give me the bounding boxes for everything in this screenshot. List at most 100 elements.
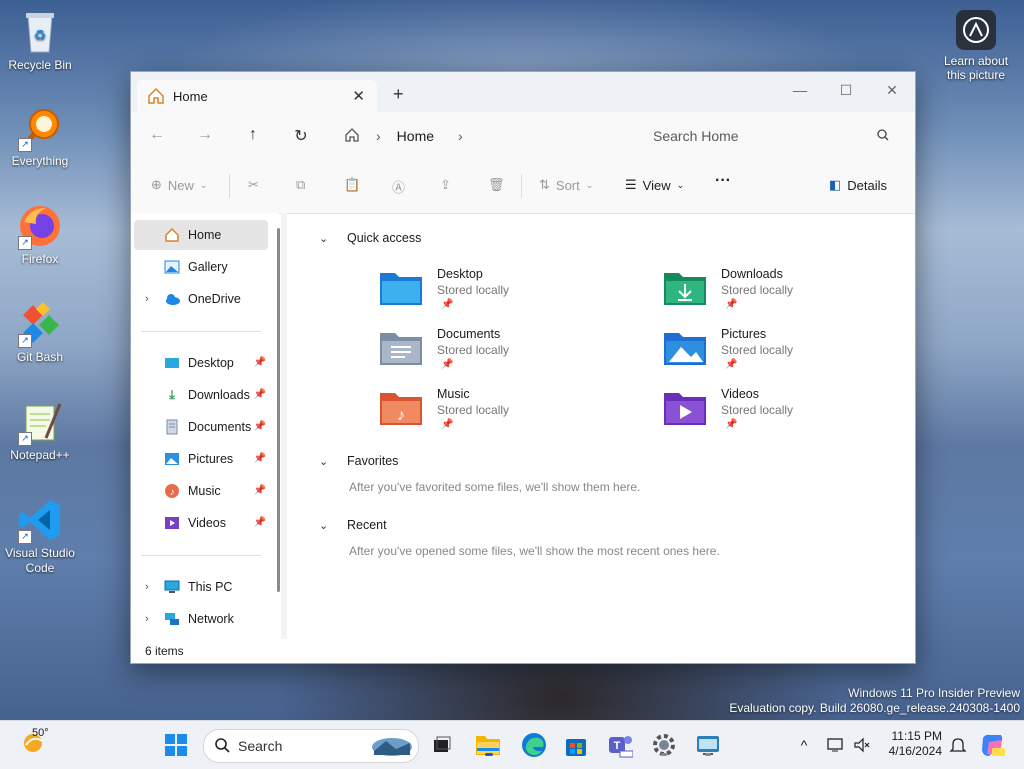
desktop-icon-firefox[interactable]: ↗ Firefox	[0, 202, 80, 267]
sidebar-item-network[interactable]: › Network	[134, 604, 268, 634]
copy-icon[interactable]: ⧉	[296, 177, 305, 193]
paste-icon[interactable]: 📋	[344, 177, 360, 193]
desktop-icon-notepadpp[interactable]: ↗ Notepad++	[0, 398, 80, 463]
notepadpp-icon: ↗	[16, 398, 64, 446]
more-options-icon[interactable]: ···	[715, 172, 731, 190]
sidebar-item-gallery[interactable]: Gallery	[134, 252, 268, 282]
show-hidden-icons-chevron-up-icon[interactable]: ^	[790, 731, 818, 759]
view-button[interactable]: ☰ View ⌄	[625, 177, 684, 193]
delete-icon[interactable]: 🗑	[488, 177, 505, 193]
running-indicator	[661, 753, 667, 756]
divider	[141, 331, 261, 332]
new-button[interactable]: ⊕ New ⌄	[151, 177, 207, 193]
task-view-icon	[434, 736, 451, 752]
home-icon	[164, 227, 180, 243]
sidebar-item-music[interactable]: ♪ Music 📌	[134, 476, 268, 506]
up-icon[interactable]: ↑	[243, 126, 263, 144]
forward-icon[interactable]: →	[195, 126, 215, 144]
chevron-down-icon: ⌄	[319, 232, 329, 245]
pin-icon: 📌	[253, 517, 266, 528]
search-input[interactable]: Search Home	[653, 128, 877, 144]
task-view-button[interactable]	[428, 731, 456, 759]
store-icon	[566, 739, 586, 756]
pin-icon: 📌	[253, 357, 266, 368]
network-status-icon[interactable]	[822, 731, 850, 759]
close-tab-icon[interactable]: ✕	[352, 87, 365, 105]
learn-about-picture[interactable]: Learn about this picture	[938, 10, 1014, 82]
refresh-icon[interactable]: ↻	[291, 126, 311, 146]
svg-text:♪: ♪	[397, 407, 405, 424]
document-icon	[164, 419, 180, 435]
chevron-right-icon[interactable]: ›	[458, 128, 463, 144]
recent-header[interactable]: ⌄ Recent	[319, 518, 387, 532]
quick-access-pictures[interactable]: Pictures Stored locally 📌	[663, 327, 883, 383]
breadcrumb-home[interactable]: Home	[397, 128, 434, 144]
close-window-button[interactable]: ✕	[869, 76, 915, 104]
minimize-button[interactable]: —	[777, 76, 823, 104]
settings-taskbar-button[interactable]	[650, 731, 678, 759]
volume-muted-icon[interactable]	[848, 731, 876, 759]
sidebar-item-home[interactable]: Home	[134, 220, 268, 250]
sort-button[interactable]: ⇅ Sort ⌄	[539, 177, 593, 193]
sidebar-item-downloads[interactable]: ⤓ Downloads 📌	[134, 380, 268, 410]
notification-bell-icon[interactable]	[944, 731, 972, 759]
search-box[interactable]: Search Home	[639, 120, 903, 152]
pin-icon: 📌	[441, 419, 454, 430]
quick-access-downloads[interactable]: Downloads Stored locally 📌	[663, 267, 883, 323]
taskbar: 50° Search T ^ 11:15 PM 4/16/2024	[0, 720, 1024, 769]
share-icon[interactable]: ⇪	[440, 177, 451, 193]
quick-access-videos[interactable]: Videos Stored locally 📌	[663, 387, 883, 443]
sidebar-item-desktop[interactable]: Desktop 📌	[134, 348, 268, 378]
remote-desktop-taskbar-button[interactable]	[694, 731, 722, 759]
chevron-right-icon[interactable]: ›	[145, 613, 149, 625]
pin-icon: 📌	[441, 299, 454, 310]
store-taskbar-button[interactable]	[562, 731, 590, 759]
desktop-icon-vscode[interactable]: ↗ Visual Studio Code	[0, 496, 80, 576]
navigation-pane: Home Gallery › OneDrive Desktop 📌 ⤓ Down…	[131, 213, 279, 640]
home-icon[interactable]	[344, 127, 360, 146]
sidebar-item-videos[interactable]: Videos 📌	[134, 508, 268, 538]
start-button[interactable]	[162, 731, 190, 759]
status-bar: 6 items	[131, 639, 915, 663]
rename-icon[interactable]: Ⓐ	[392, 177, 405, 196]
tab-home[interactable]: Home ✕	[137, 80, 377, 112]
file-explorer-taskbar-button[interactable]	[474, 731, 502, 759]
taskbar-search[interactable]: Search	[203, 729, 419, 763]
pin-icon: 📌	[253, 389, 266, 400]
sidebar-item-pictures[interactable]: Pictures 📌	[134, 444, 268, 474]
sidebar-item-this-pc[interactable]: › This PC	[134, 572, 268, 602]
sidebar-scrollbar[interactable]	[277, 228, 280, 592]
system-clock[interactable]: 11:15 PM 4/16/2024	[878, 729, 942, 759]
teams-taskbar-button[interactable]: T	[606, 731, 634, 759]
new-tab-button[interactable]: +	[393, 84, 404, 105]
desktop-folder-icon	[164, 355, 180, 371]
chevron-right-icon[interactable]: ›	[145, 581, 149, 593]
copilot-icon[interactable]	[978, 731, 1006, 759]
chevron-down-icon: ⌄	[676, 179, 685, 190]
edge-taskbar-button[interactable]	[520, 731, 548, 759]
sidebar-item-onedrive[interactable]: › OneDrive	[134, 284, 268, 314]
favorites-header[interactable]: ⌄ Favorites	[319, 454, 398, 468]
recycle-bin-icon: ♻	[16, 8, 64, 56]
desktop-icon-everything[interactable]: ↗ Everything	[0, 104, 80, 169]
cut-icon[interactable]: ✂	[248, 177, 259, 193]
chevron-right-icon[interactable]: ›	[145, 293, 149, 305]
details-button[interactable]: ◧ Details	[829, 177, 887, 193]
pin-icon: 📌	[725, 299, 738, 310]
back-icon[interactable]: ←	[147, 126, 167, 144]
recent-empty-message: After you've opened some files, we'll sh…	[349, 544, 720, 558]
search-icon	[877, 128, 889, 144]
quick-access-documents[interactable]: Documents Stored locally 📌	[379, 327, 599, 383]
quick-access-desktop[interactable]: Desktop Stored locally 📌	[379, 267, 599, 323]
documents-folder-icon	[380, 333, 422, 365]
search-highlight-icon	[370, 733, 414, 760]
quick-access-header[interactable]: ⌄ Quick access	[319, 231, 421, 245]
desktop-icon-recycle-bin[interactable]: ♻ Recycle Bin	[0, 8, 80, 73]
breadcrumb[interactable]: › Home ›	[336, 120, 628, 152]
downloads-folder-icon	[664, 273, 706, 305]
weather-widget[interactable]: 50°	[20, 727, 49, 756]
maximize-button[interactable]: ☐	[823, 76, 869, 104]
sidebar-item-documents[interactable]: Documents 📌	[134, 412, 268, 442]
desktop-icon-git-bash[interactable]: ↗ Git Bash	[0, 300, 80, 365]
quick-access-music[interactable]: ♪ Music Stored locally 📌	[379, 387, 599, 443]
